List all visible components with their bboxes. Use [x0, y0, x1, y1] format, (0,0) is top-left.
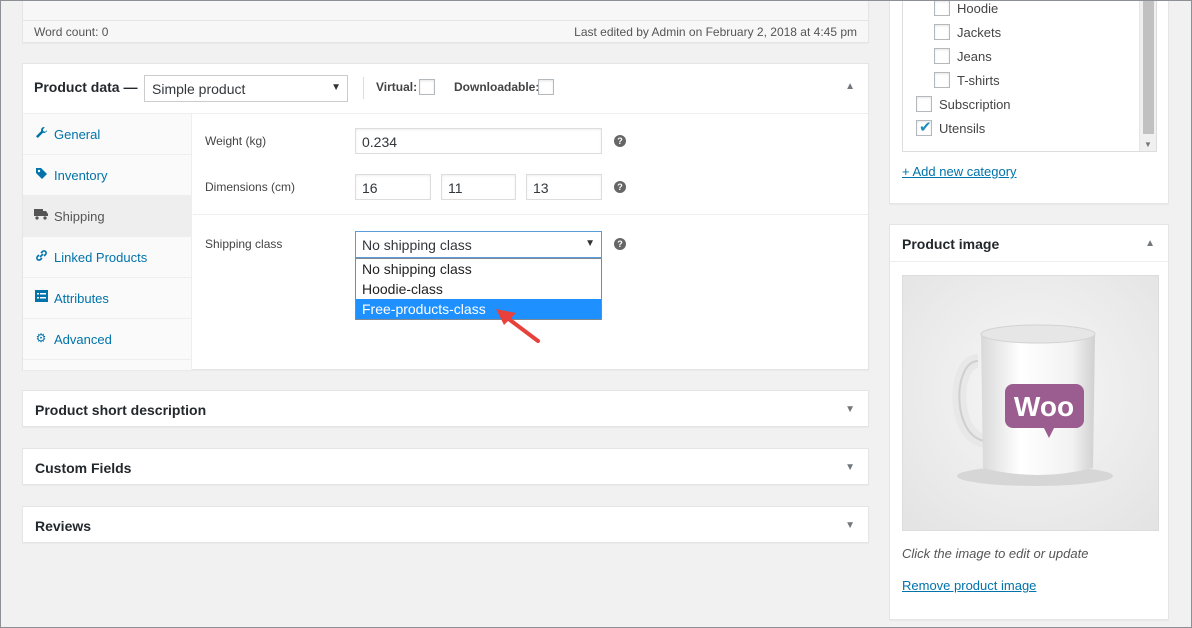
tab-label: Linked Products	[54, 250, 148, 265]
height-input[interactable]: 13	[526, 174, 602, 200]
divider	[363, 77, 364, 99]
tab-advanced[interactable]: ⚙ Advanced	[23, 319, 191, 360]
expand-toggle-icon[interactable]: ▼	[845, 462, 855, 473]
category-label: Jeans	[957, 49, 992, 64]
width-input[interactable]: 11	[441, 174, 516, 200]
tab-label: Attributes	[54, 291, 109, 306]
weight-label: Weight (kg)	[205, 134, 267, 148]
category-checkbox[interactable]	[934, 24, 950, 40]
short-description-box[interactable]: Product short description ▼	[22, 390, 869, 427]
virtual-checkbox[interactable]	[419, 79, 435, 95]
scroll-down-icon[interactable]: ▼	[1144, 140, 1152, 149]
chevron-down-icon: ▼	[585, 238, 595, 249]
category-checkbox[interactable]	[934, 48, 950, 64]
chevron-down-icon: ▼	[331, 82, 341, 93]
tag-icon	[34, 167, 48, 181]
help-icon[interactable]: ?	[614, 181, 626, 193]
collapse-toggle-icon[interactable]: ▲	[845, 81, 855, 92]
tab-label: General	[54, 127, 101, 142]
product-type-value: Simple product	[152, 81, 246, 97]
tab-label: Shipping	[54, 209, 105, 224]
box-title: Custom Fields	[35, 460, 132, 476]
product-data-tabs: General Inventory Shipping Linked Produc…	[23, 114, 192, 370]
image-caption: Click the image to edit or update	[902, 546, 1089, 561]
category-checkbox-checked[interactable]: ✔	[916, 119, 932, 136]
editor-status-bar: Word count: 0 Last edited by Admin on Fe…	[23, 20, 868, 42]
annotation-arrow-icon	[496, 309, 540, 343]
custom-fields-box[interactable]: Custom Fields ▼	[22, 448, 869, 485]
box-title: Reviews	[35, 518, 92, 534]
length-input[interactable]: 16	[355, 174, 431, 200]
last-edited: Last edited by Admin on February 2, 2018…	[574, 25, 857, 39]
box-title: Product short description	[35, 402, 207, 418]
help-icon[interactable]: ?	[614, 135, 626, 147]
category-label: T-shirts	[957, 73, 1000, 88]
gear-icon: ⚙	[35, 331, 47, 345]
product-data-header: Product data — Simple product ▼ Virtual:…	[23, 64, 868, 114]
category-label: Hoodie	[957, 1, 999, 16]
wrench-icon	[34, 126, 48, 140]
editor-status-area: Word count: 0 Last edited by Admin on Fe…	[22, 0, 869, 43]
virtual-label: Virtual:	[376, 80, 418, 94]
dimensions-label: Dimensions (cm)	[205, 180, 296, 194]
category-label: Jackets	[957, 25, 1002, 40]
product-categories-box: Hoodie Jackets Jeans T-shirts Subscripti…	[889, 0, 1169, 204]
reviews-box[interactable]: Reviews ▼	[22, 506, 869, 543]
checkmark-icon: ✔	[919, 119, 932, 136]
link-icon	[34, 249, 48, 263]
downloadable-label: Downloadable:	[454, 80, 540, 94]
shipping-class-dropdown: No shipping class Hoodie-class Free-prod…	[355, 258, 602, 320]
category-label: Utensils	[939, 121, 986, 136]
tab-inventory[interactable]: Inventory	[23, 155, 191, 196]
mug-image: Woo	[903, 276, 1158, 530]
category-checkbox[interactable]	[934, 72, 950, 88]
word-count: Word count: 0	[34, 25, 109, 39]
product-data-box: Product data — Simple product ▼ Virtual:…	[22, 63, 869, 370]
tab-attributes[interactable]: Attributes	[23, 278, 191, 319]
product-data-title: Product data —	[34, 79, 138, 95]
truck-icon	[34, 208, 48, 222]
category-scrollbar[interactable]: ▼	[1139, 0, 1156, 151]
dropdown-option-highlighted[interactable]: Free-products-class	[356, 299, 601, 319]
expand-toggle-icon[interactable]: ▼	[845, 520, 855, 531]
tab-label: Advanced	[54, 332, 112, 347]
dropdown-option[interactable]: No shipping class	[356, 259, 601, 279]
shipping-class-label: Shipping class	[205, 237, 283, 251]
tab-general[interactable]: General	[23, 114, 191, 155]
product-image-thumbnail[interactable]: Woo	[902, 275, 1159, 531]
category-label: Subscription	[939, 97, 1011, 112]
scrollbar-thumb[interactable]	[1143, 0, 1154, 134]
product-image-title: Product image	[902, 236, 1000, 252]
category-checkbox[interactable]	[934, 0, 950, 16]
tab-shipping[interactable]: Shipping	[23, 196, 191, 237]
expand-toggle-icon[interactable]: ▼	[845, 404, 855, 415]
remove-image-link[interactable]: Remove product image	[902, 578, 1036, 593]
shipping-class-select[interactable]: No shipping class ▼	[355, 231, 602, 258]
help-icon[interactable]: ?	[614, 238, 626, 250]
collapse-toggle-icon[interactable]: ▲	[1145, 238, 1155, 249]
tab-label: Inventory	[54, 168, 108, 183]
downloadable-checkbox[interactable]	[538, 79, 554, 95]
product-image-box: Product image ▲ Woo Click the image to e…	[889, 224, 1169, 620]
divider	[193, 214, 868, 215]
category-checklist: Hoodie Jackets Jeans T-shirts Subscripti…	[902, 0, 1157, 152]
list-icon	[34, 290, 48, 304]
product-image-header: Product image ▲	[890, 225, 1168, 262]
woo-badge-text: Woo	[1014, 391, 1074, 422]
product-type-select[interactable]: Simple product ▼	[144, 75, 348, 102]
tab-linked-products[interactable]: Linked Products	[23, 237, 191, 278]
dropdown-option[interactable]: Hoodie-class	[356, 279, 601, 299]
add-new-category-link[interactable]: + Add new category	[902, 164, 1017, 179]
shipping-class-value: No shipping class	[362, 237, 472, 253]
weight-input[interactable]: 0.234	[355, 128, 602, 154]
category-checkbox[interactable]	[916, 96, 932, 112]
